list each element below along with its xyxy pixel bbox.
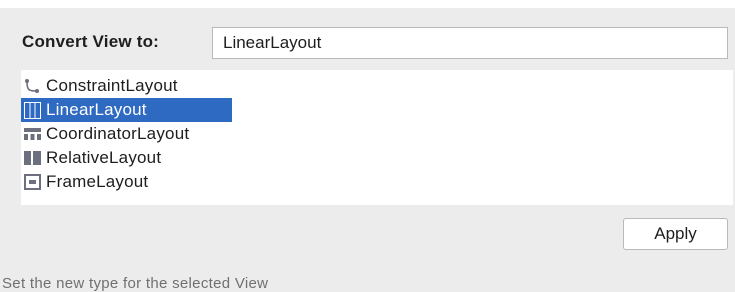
frame-layout-icon bbox=[23, 173, 41, 191]
list-item-label: ConstraintLayout bbox=[46, 76, 178, 95]
relative-layout-icon bbox=[23, 149, 41, 167]
list-item-label: CoordinatorLayout bbox=[46, 124, 190, 143]
coordinator-layout-icon bbox=[23, 125, 41, 143]
apply-button[interactable]: Apply bbox=[623, 218, 728, 250]
top-strip bbox=[0, 0, 735, 8]
list-item-label: FrameLayout bbox=[46, 172, 149, 191]
list-item-linear-layout[interactable]: LinearLayout bbox=[21, 98, 232, 122]
constraint-layout-icon bbox=[23, 77, 41, 95]
convert-view-label: Convert View to: bbox=[22, 32, 160, 51]
list-item-frame-layout[interactable]: FrameLayout bbox=[21, 170, 150, 194]
view-type-field[interactable] bbox=[212, 27, 728, 59]
layout-type-list[interactable]: ConstraintLayout LinearLayout Coordinato… bbox=[21, 70, 733, 205]
list-item-constraint-layout[interactable]: ConstraintLayout bbox=[21, 74, 180, 98]
convert-view-dialog: Convert View to: ConstraintLayout bbox=[0, 0, 735, 292]
help-text: Set the new type for the selected View bbox=[2, 275, 269, 292]
list-item-label: RelativeLayout bbox=[46, 148, 162, 167]
linear-layout-icon bbox=[23, 101, 41, 119]
list-item-coordinator-layout[interactable]: CoordinatorLayout bbox=[21, 122, 191, 146]
list-item-relative-layout[interactable]: RelativeLayout bbox=[21, 146, 163, 170]
list-item-label: LinearLayout bbox=[46, 100, 147, 119]
